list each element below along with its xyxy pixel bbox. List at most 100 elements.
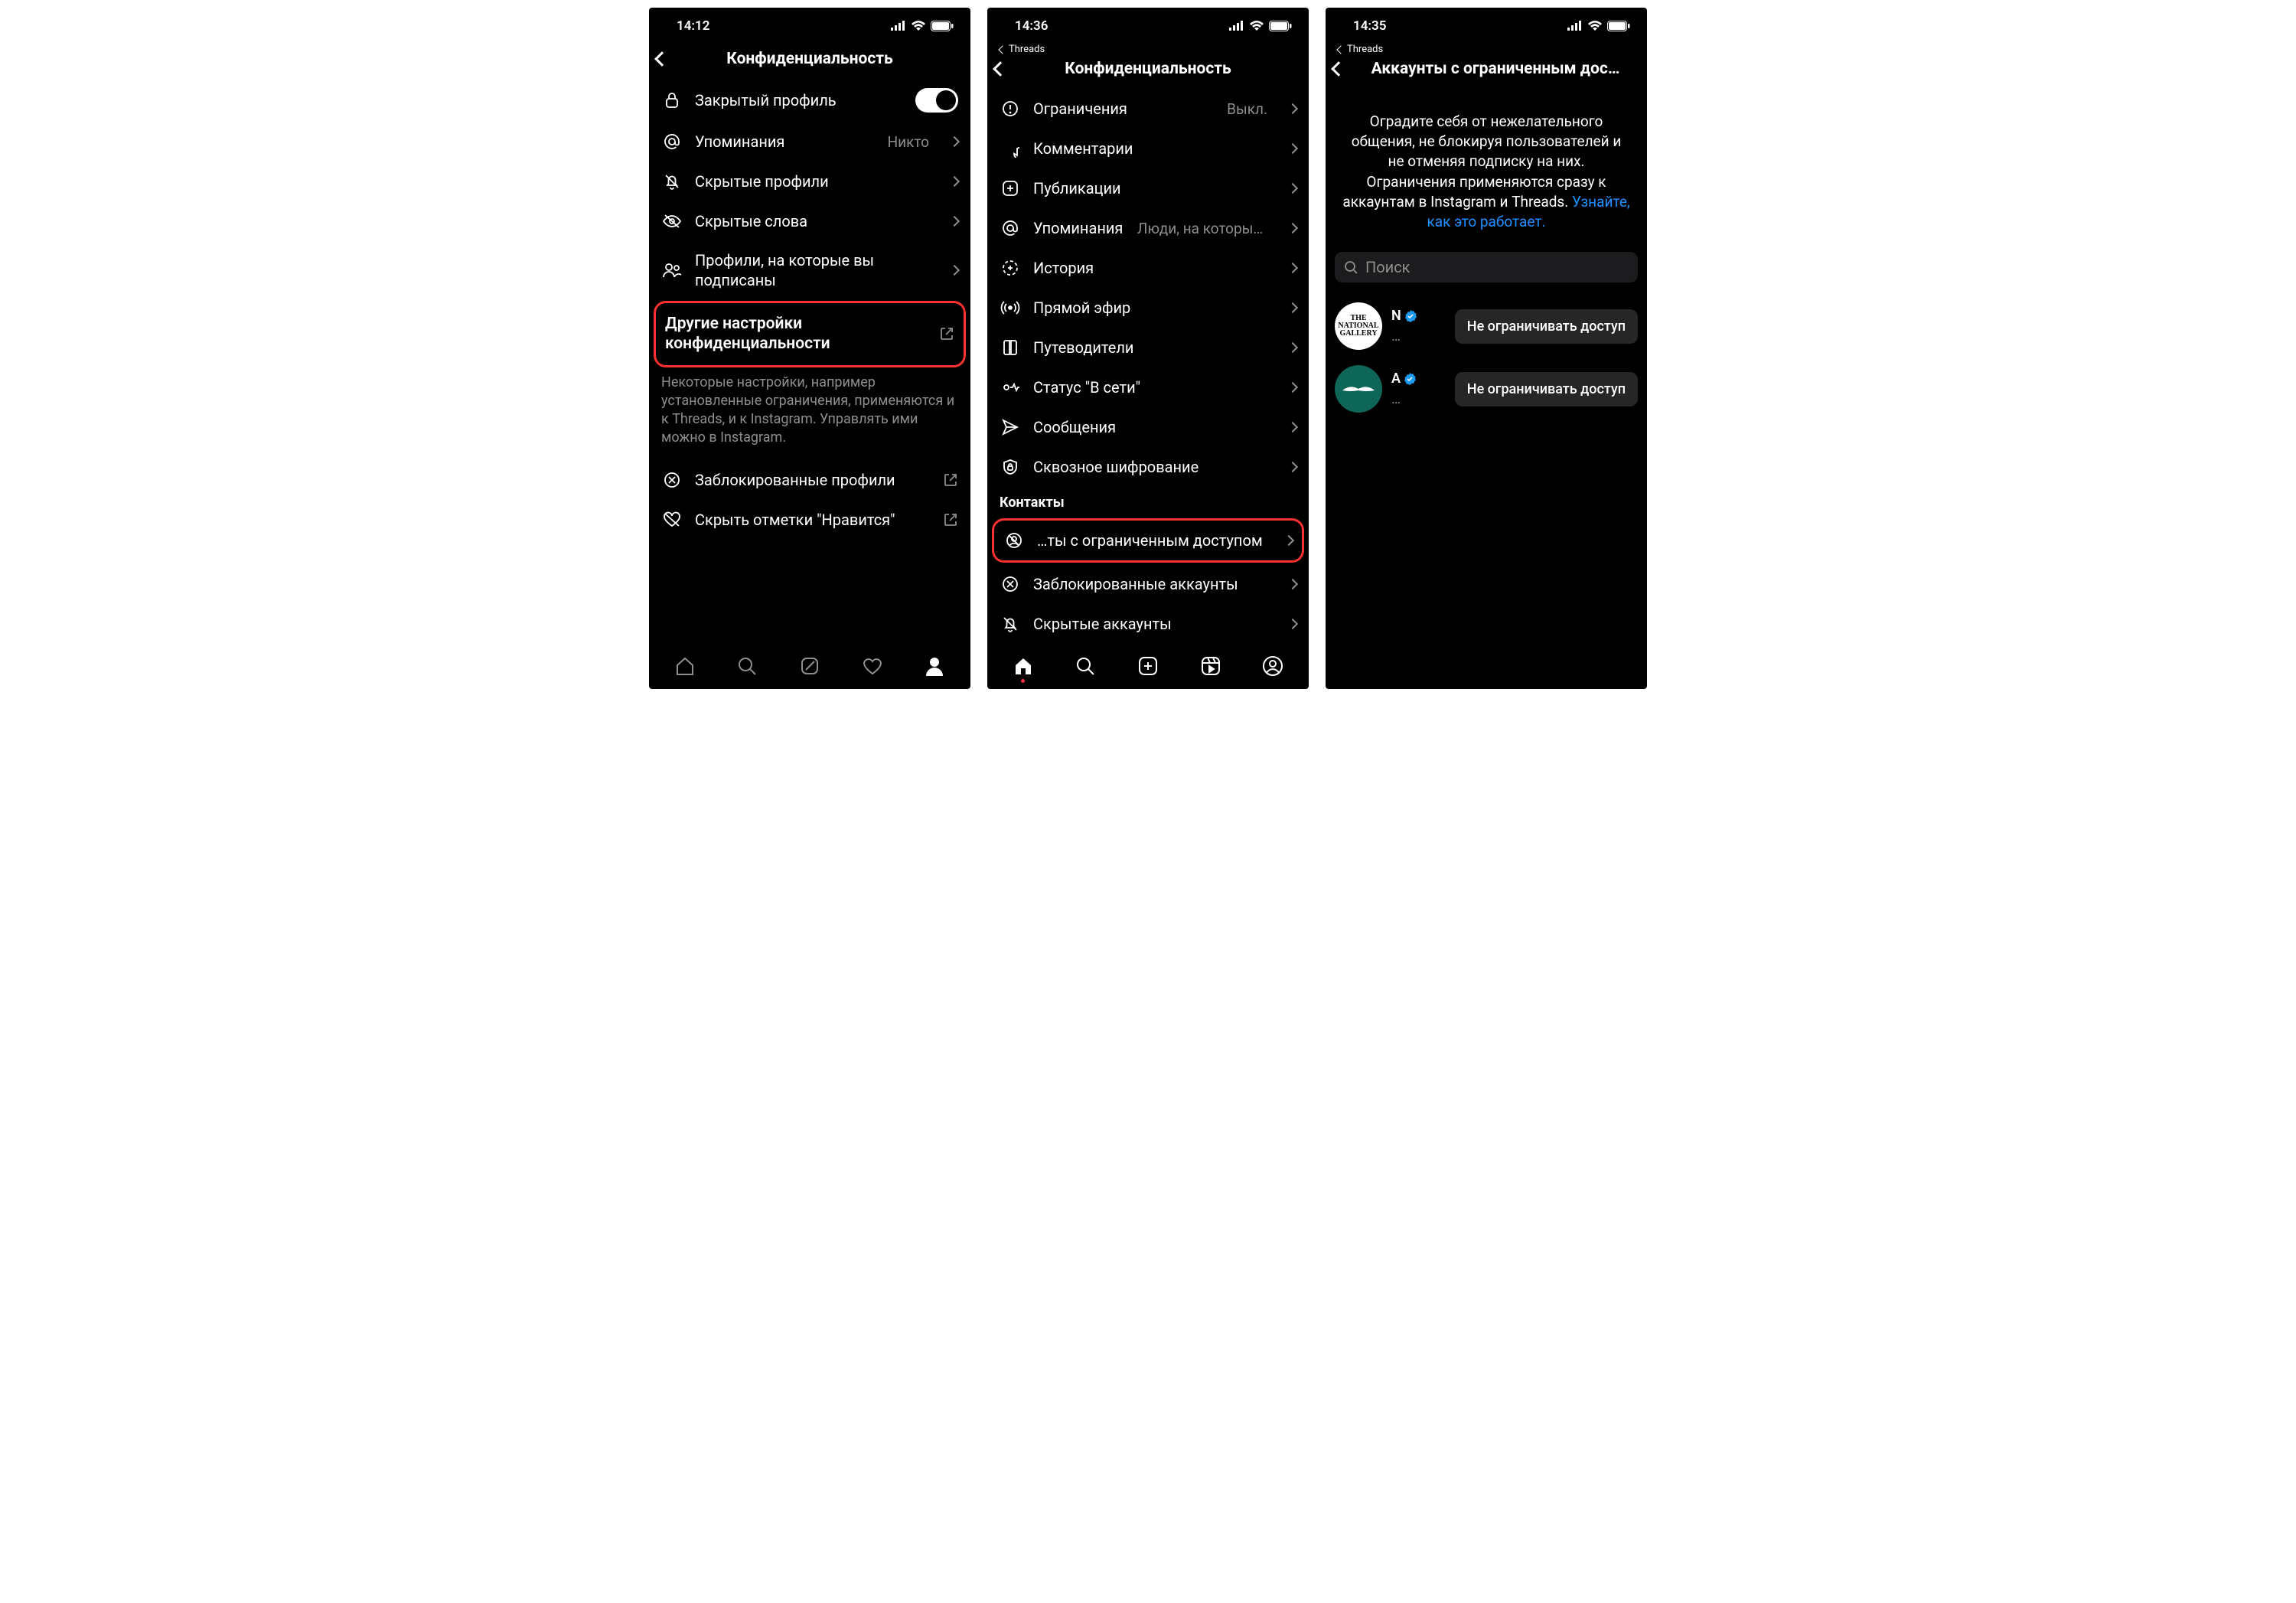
label-muted2: Скрытые аккаунты xyxy=(1033,614,1267,634)
row-guides[interactable]: Путеводители xyxy=(987,328,1309,367)
row-restricted-accounts[interactable]: …ты с ограниченным доступом xyxy=(994,521,1302,560)
status-bar: 14:36 xyxy=(987,8,1309,44)
row-blocked-accounts[interactable]: Заблокированные аккаунты xyxy=(987,564,1309,604)
row-private-profile[interactable]: Закрытый профиль xyxy=(649,79,970,122)
row-blocked-profiles[interactable]: Заблокированные профили xyxy=(649,460,970,500)
label-limits: Ограничения xyxy=(1033,99,1215,119)
nav-compose[interactable] xyxy=(794,651,825,681)
row-other-privacy-settings[interactable]: Другие настройки конфиденциальности xyxy=(656,303,964,365)
wifi-icon xyxy=(1587,21,1603,31)
circle-x-icon xyxy=(663,471,681,489)
status-icons xyxy=(1229,21,1292,31)
unrestrict-button[interactable]: Не ограничивать доступ xyxy=(1455,372,1638,406)
notification-dot-icon xyxy=(1021,679,1025,683)
nav-reels[interactable] xyxy=(1195,651,1226,681)
account-name[interactable]: N xyxy=(1391,308,1417,324)
title-bar: Аккаунты с ограниченным дос… xyxy=(1326,58,1647,89)
nav-profile[interactable] xyxy=(1257,651,1288,681)
label-mentions: Упоминания xyxy=(695,132,876,152)
restricted-icon xyxy=(1005,531,1023,550)
reels-icon xyxy=(1199,655,1222,677)
row-mentions[interactable]: Упоминания Никто xyxy=(649,122,970,162)
row-hidden-words[interactable]: Скрытые слова xyxy=(649,201,970,241)
chevron-right-icon xyxy=(949,265,960,276)
nav-search[interactable] xyxy=(732,651,762,681)
back-button[interactable] xyxy=(657,54,681,64)
label-mentions2: Упоминания xyxy=(1033,218,1125,238)
label-e2ee: Сквозное шифрование xyxy=(1033,457,1267,477)
label-comments: Комментарии xyxy=(1033,139,1267,158)
chevron-right-icon xyxy=(1287,619,1298,629)
row-live[interactable]: Прямой эфир xyxy=(987,288,1309,328)
row-limits[interactable]: Ограничения Выкл. xyxy=(987,89,1309,129)
row-following[interactable]: Профили, на которые вы подписаны xyxy=(649,241,970,299)
nav-activity[interactable] xyxy=(857,651,888,681)
breadcrumb-back[interactable]: Threads xyxy=(1326,44,1647,58)
circle-x-icon xyxy=(1001,575,1019,593)
row-muted-profiles[interactable]: Скрытые профили xyxy=(649,162,970,201)
shield-lock-icon xyxy=(1001,458,1019,476)
breadcrumb-label: Threads xyxy=(1009,44,1045,55)
row-comments[interactable]: Комментарии xyxy=(987,129,1309,168)
status-icons xyxy=(891,21,954,31)
row-e2ee[interactable]: Сквозное шифрование xyxy=(987,447,1309,487)
cellular-icon xyxy=(1567,21,1583,31)
label-other-settings: Другие настройки конфиденциальности xyxy=(665,314,921,354)
row-hide-likes[interactable]: Скрыть отметки "Нравится" xyxy=(649,500,970,540)
chevron-right-icon xyxy=(949,136,960,147)
chevron-right-icon xyxy=(949,216,960,227)
row-activity-status[interactable]: Статус "В сети" xyxy=(987,367,1309,407)
page-title: Конфиденциальность xyxy=(681,50,963,68)
cellular-icon xyxy=(1229,21,1244,31)
row-posts[interactable]: Публикации xyxy=(987,168,1309,208)
account-name[interactable]: A xyxy=(1391,371,1416,387)
chevron-left-icon xyxy=(1336,45,1345,54)
unrestrict-button[interactable]: Не ограничивать доступ xyxy=(1455,309,1638,344)
row-muted-accounts[interactable]: Скрытые аккаунты xyxy=(987,604,1309,643)
screen-privacy-threads: 14:12 Конфиденциальность Закрытый профил… xyxy=(649,8,970,689)
story-icon xyxy=(1001,259,1019,277)
label-private: Закрытый профиль xyxy=(695,90,903,110)
row-mentions2[interactable]: Упоминания Люди, на которых вы подписаны xyxy=(987,208,1309,248)
value-limits: Выкл. xyxy=(1227,100,1267,118)
at-icon xyxy=(1001,219,1019,237)
avatar[interactable] xyxy=(1335,365,1382,413)
avatar[interactable]: THE NATIONAL GALLERY xyxy=(1335,302,1382,350)
page-title: Аккаунты с ограниченным дос… xyxy=(1358,60,1639,78)
chevron-left-icon xyxy=(998,45,1006,54)
activity-icon xyxy=(1000,378,1020,397)
toggle-private[interactable] xyxy=(915,88,958,113)
wings-icon xyxy=(1341,383,1376,395)
label-following: Профили, на которые вы подписаны xyxy=(695,250,929,290)
label-blocked2: Заблокированные аккаунты xyxy=(1033,574,1267,594)
breadcrumb-back[interactable]: Threads xyxy=(987,44,1309,58)
back-button[interactable] xyxy=(1333,64,1358,74)
lock-icon xyxy=(663,91,681,109)
breadcrumb-label: Threads xyxy=(1347,44,1383,55)
nav-home[interactable] xyxy=(670,651,700,681)
account-row: THE NATIONAL GALLERY N … Не ограничивать… xyxy=(1326,295,1647,357)
home-icon xyxy=(673,655,696,677)
row-story[interactable]: История xyxy=(987,248,1309,288)
back-button[interactable] xyxy=(995,64,1019,74)
external-link-icon xyxy=(943,472,958,488)
screen-restricted-accounts: 14:35 Threads Аккаунты с ограниченным до… xyxy=(1326,8,1647,689)
verified-badge-icon xyxy=(1404,373,1416,385)
nav-profile[interactable] xyxy=(919,651,950,681)
verified-badge-icon xyxy=(1404,310,1417,322)
row-messages[interactable]: Сообщения xyxy=(987,407,1309,447)
label-story: История xyxy=(1033,258,1267,278)
nav-search[interactable] xyxy=(1070,651,1101,681)
profile-circle-icon xyxy=(1261,655,1284,677)
battery-icon xyxy=(1607,21,1630,31)
heart-off-icon xyxy=(662,511,682,529)
compose-icon xyxy=(798,655,821,677)
chevron-right-icon xyxy=(1283,535,1294,546)
chevron-right-icon xyxy=(1287,143,1298,154)
nav-home[interactable] xyxy=(1008,651,1039,681)
chevron-right-icon xyxy=(1287,263,1298,273)
search-input[interactable]: Поиск xyxy=(1335,252,1638,282)
nav-create[interactable] xyxy=(1133,651,1163,681)
label-hidden-words: Скрытые слова xyxy=(695,211,929,231)
chevron-right-icon xyxy=(1287,342,1298,353)
